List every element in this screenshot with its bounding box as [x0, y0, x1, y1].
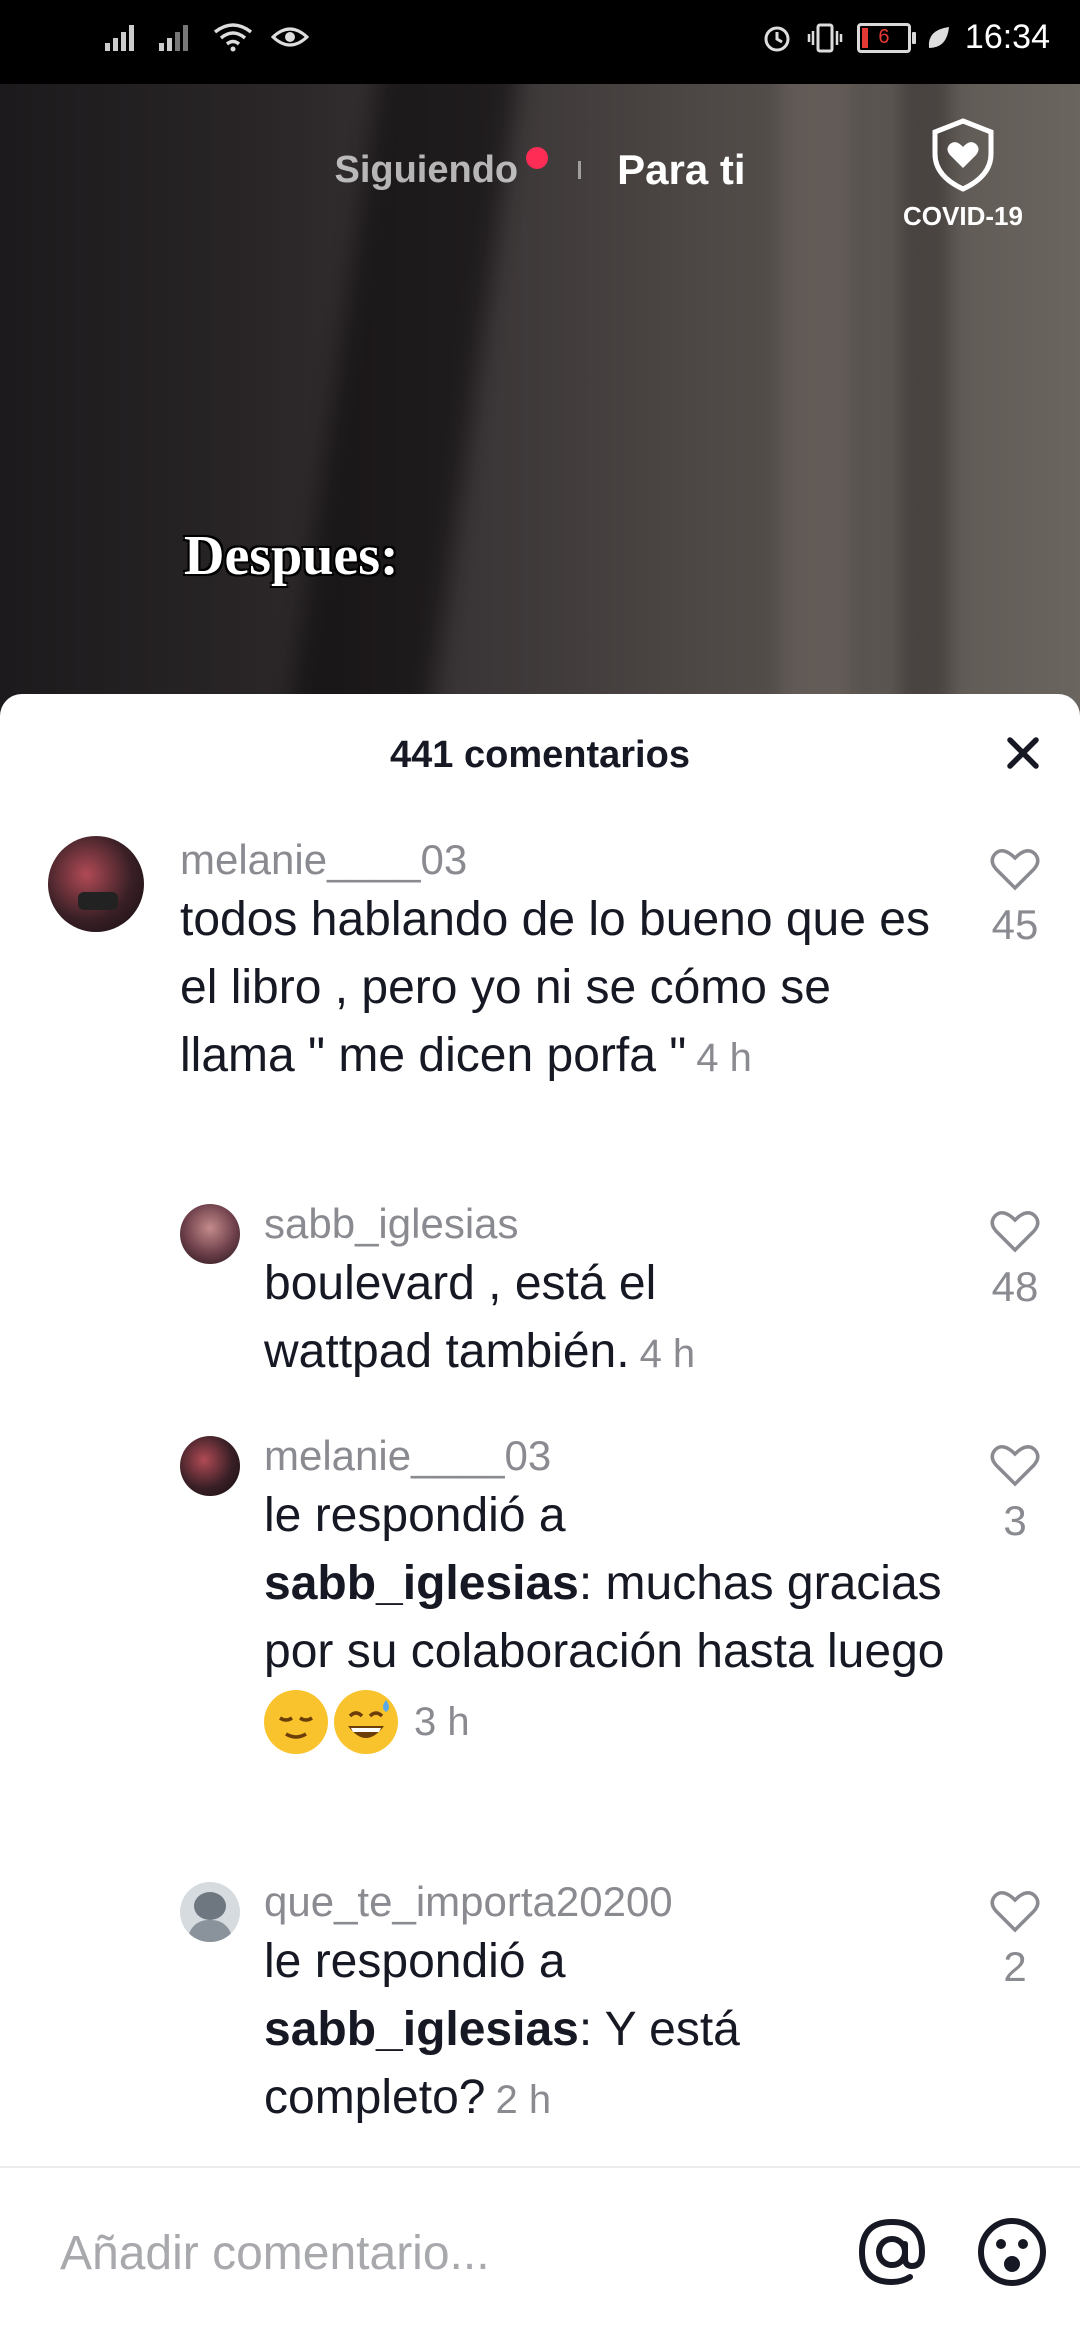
heart-icon: [990, 849, 1040, 891]
eye-icon: [271, 27, 309, 47]
status-right: 6 16:34: [761, 18, 1050, 57]
heart-icon: [990, 1211, 1040, 1253]
relieved-emoji-icon: [264, 1690, 328, 1755]
signal-icon: [159, 25, 188, 51]
like-button[interactable]: 45: [980, 846, 1050, 949]
heart-icon: [990, 1891, 1040, 1933]
status-bar: 6 16:34: [0, 0, 1080, 84]
tab-divider: [578, 161, 582, 179]
tab-following-label: Siguiendo: [334, 148, 519, 191]
comment-body: boulevard , está el wattpad también.: [264, 1257, 657, 1378]
comment-username[interactable]: que_te_importa20200: [264, 1878, 673, 1926]
like-count: 3: [1003, 1497, 1027, 1544]
comment-body: todos hablando de lo bueno que es el lib…: [180, 893, 930, 1082]
shield-heart-icon: [932, 118, 994, 192]
like-button[interactable]: 3: [980, 1442, 1050, 1545]
alarm-icon: [764, 26, 790, 51]
clock: 16:34: [964, 18, 1050, 56]
like-button[interactable]: 2: [980, 1888, 1050, 1991]
wifi-icon: [213, 23, 253, 52]
reply-to-username[interactable]: sabb_iglesias: [264, 1557, 579, 1610]
status-left: [105, 22, 309, 52]
avatar[interactable]: [48, 836, 144, 932]
notification-dot: [526, 146, 549, 169]
covid-label: COVID-19: [903, 201, 1023, 231]
avatar[interactable]: [180, 1204, 240, 1264]
avatar[interactable]: [180, 1882, 240, 1942]
battery-icon: 6: [856, 22, 916, 53]
vibrate-icon: [807, 23, 843, 52]
comment-username[interactable]: sabb_iglesias: [264, 1200, 519, 1248]
like-count: 45: [991, 901, 1039, 948]
comment-input-bar: Añadir comentario...: [0, 2166, 1080, 2342]
reply-prefix: le respondió a: [264, 1935, 566, 1988]
comment-text: todos hablando de lo bueno que es el lib…: [180, 886, 940, 1092]
leaf-icon: [928, 26, 949, 48]
like-count: 48: [991, 1263, 1039, 1310]
comments-sheet: 441 comentarios melanie____03 todos habl…: [0, 694, 1080, 2340]
reply-to-username[interactable]: sabb_iglesias: [264, 2003, 579, 2056]
comment-time: 4 h: [639, 1332, 696, 1376]
comment-text: le respondió a sabb_iglesias: muchas gra…: [264, 1482, 954, 1756]
comment-username[interactable]: melanie____03: [180, 836, 467, 884]
comment-time: 4 h: [696, 1036, 752, 1080]
video-player[interactable]: Siguiendo Para ti COVID-19 Despues:: [0, 84, 1080, 724]
comment-text: le respondió a sabb_iglesias: Y está com…: [264, 1928, 954, 2134]
comment-input[interactable]: Añadir comentario...: [60, 2226, 490, 2281]
reply-prefix: le respondió a: [264, 1489, 566, 1542]
battery-level: 6: [878, 26, 890, 48]
comments-count-title: 441 comentarios: [390, 734, 690, 776]
comments-list[interactable]: melanie____03 todos hablando de lo bueno…: [0, 824, 1080, 2204]
tab-following[interactable]: Siguiendo: [334, 146, 549, 192]
mention-icon[interactable]: [854, 2214, 930, 2290]
covid-button[interactable]: COVID-19: [888, 118, 1038, 232]
like-button[interactable]: 48: [980, 1208, 1050, 1311]
like-count: 2: [1003, 1943, 1027, 1990]
avatar[interactable]: [180, 1436, 240, 1496]
comment-time: 3 h: [414, 1700, 470, 1744]
comment-time: 2 h: [495, 2078, 552, 2122]
tab-for-you[interactable]: Para ti: [617, 146, 745, 194]
signal-icon: [105, 25, 134, 51]
comment-username[interactable]: melanie____03: [264, 1432, 551, 1480]
close-icon[interactable]: [998, 728, 1048, 778]
comment-text: boulevard , está el wattpad también. 4 h: [264, 1250, 824, 1388]
video-caption: Despues:: [184, 525, 399, 587]
emoji-icon[interactable]: [974, 2214, 1050, 2290]
heart-icon: [990, 1445, 1040, 1487]
grinning-sweat-emoji-icon: [334, 1690, 398, 1755]
